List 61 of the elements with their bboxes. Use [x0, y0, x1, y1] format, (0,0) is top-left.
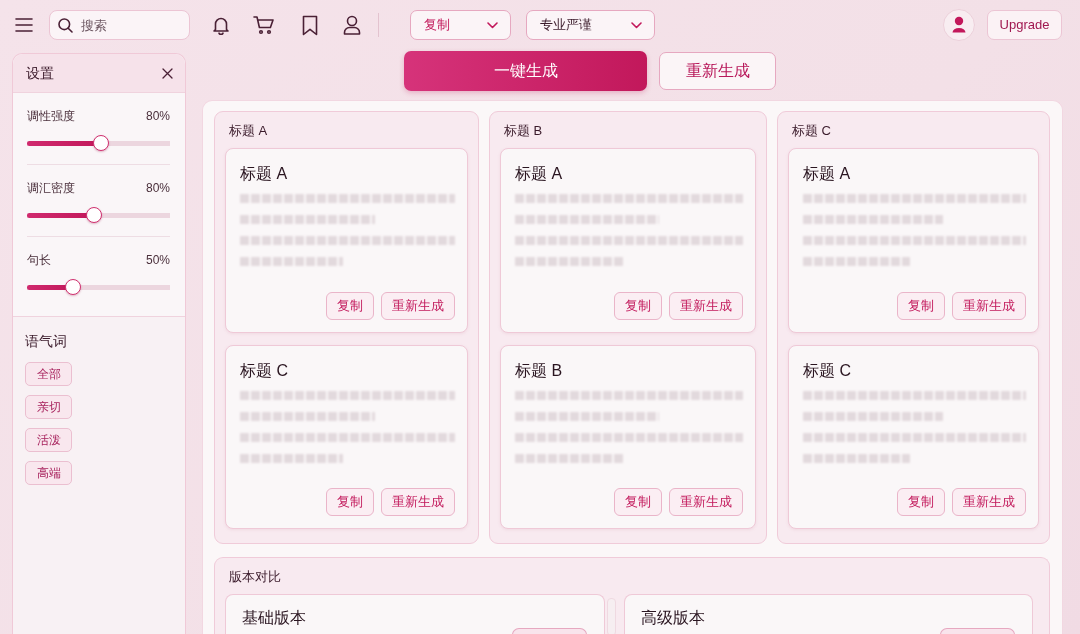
- card-title: 标题 C: [803, 361, 852, 381]
- upgrade-button[interactable]: Upgrade: [987, 10, 1062, 40]
- tone-tag[interactable]: 全部: [25, 362, 72, 386]
- card-title: 标题 A: [515, 164, 564, 184]
- search-field[interactable]: 搜索: [49, 10, 190, 40]
- bookmark-icon: [302, 14, 318, 36]
- regenerate-button[interactable]: 重新生成: [952, 488, 1026, 516]
- column-title: 标题 A: [228, 122, 269, 141]
- card-title: 高级版本: [641, 608, 705, 628]
- card-title: 标题 A: [240, 164, 289, 184]
- bell-button[interactable]: [211, 15, 231, 35]
- slider-thumb[interactable]: [64, 279, 81, 295]
- search-icon: [58, 17, 73, 33]
- slider-thumb[interactable]: [86, 207, 103, 223]
- regenerate-button[interactable]: 重新生成: [669, 488, 743, 516]
- avatar-icon[interactable]: [943, 9, 975, 41]
- copy-button[interactable]: 复制: [326, 292, 374, 320]
- bell-icon: [211, 15, 231, 35]
- generate-button[interactable]: 一键生成: [404, 51, 647, 91]
- person-icon: [343, 15, 361, 35]
- regenerate-button[interactable]: 重新生成: [952, 292, 1026, 320]
- section-title: 版本对比: [228, 568, 282, 587]
- chevron-down-icon: [487, 21, 498, 29]
- slider-label: 句长: [27, 252, 51, 269]
- menu-button[interactable]: [15, 18, 33, 32]
- section-title: 语气词: [25, 332, 68, 351]
- menu-icon: [15, 18, 33, 32]
- tone-tag[interactable]: 高端: [25, 461, 72, 485]
- copy-button[interactable]: 复制: [897, 488, 945, 516]
- dropdown[interactable]: 专业严谨: [526, 10, 655, 40]
- copy-button[interactable]: 复制: [897, 292, 945, 320]
- regenerate-button[interactable]: 重新生成: [669, 292, 743, 320]
- copy-button[interactable]: 复制: [614, 292, 662, 320]
- column-title: 标题 B: [503, 122, 544, 141]
- slider-thumb[interactable]: [93, 135, 110, 151]
- copy-button[interactable]: 复制: [614, 488, 662, 516]
- slider-label: 调性强度: [27, 108, 75, 125]
- bookmark-button[interactable]: [302, 14, 318, 36]
- dropdown[interactable]: 复制: [410, 10, 511, 40]
- card-title: 标题 A: [803, 164, 852, 184]
- column-title: 标题 C: [791, 122, 832, 141]
- close-button[interactable]: [162, 67, 173, 79]
- tone-tag[interactable]: 活泼: [25, 428, 72, 452]
- regenerate-button[interactable]: 重新生成: [381, 488, 455, 516]
- slider-value: 80%: [145, 180, 170, 197]
- regenerate-button[interactable]: 重新生成: [381, 292, 455, 320]
- copy-button[interactable]: 复制: [326, 488, 374, 516]
- slider-value: 80%: [145, 108, 170, 125]
- slider-value: 50%: [145, 252, 170, 269]
- chevron-down-icon: [631, 21, 642, 29]
- card-title: 标题 B: [515, 361, 564, 381]
- tone-tag[interactable]: 亲切: [25, 395, 72, 419]
- close-icon: [162, 67, 173, 79]
- card-title: 标题 C: [240, 361, 289, 381]
- cart-icon: [253, 15, 275, 35]
- cart-button[interactable]: [253, 15, 275, 35]
- regenerate-button[interactable]: 重新生成: [659, 52, 776, 90]
- person-button[interactable]: [343, 15, 361, 35]
- slider-label: 调汇密度: [27, 180, 75, 197]
- panel-title: 设置: [26, 63, 54, 83]
- card-title: 基础版本: [242, 608, 306, 628]
